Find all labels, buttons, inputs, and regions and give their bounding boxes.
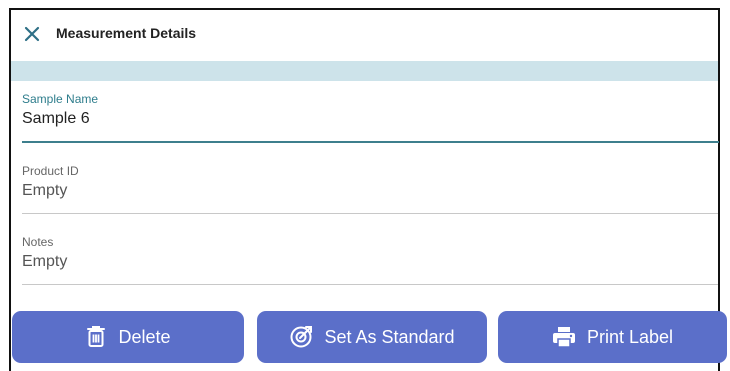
header-band [11,61,718,81]
notes-value[interactable]: Empty [22,253,718,271]
printer-icon [552,327,575,348]
measurement-details-panel: Measurement Details Sample Name Sample 6… [9,8,727,371]
panel-title: Measurement Details [56,25,197,41]
set-as-standard-label: Set As Standard [324,326,455,347]
set-as-standard-button[interactable]: Set As Standard [257,311,487,363]
print-label-button[interactable]: Print Label [498,311,727,363]
close-icon[interactable] [23,25,41,43]
panel-header: Measurement Details [11,10,718,58]
product-id-label: Product ID [22,164,79,178]
product-id-value[interactable]: Empty [22,182,718,200]
notes-label: Notes [22,235,54,249]
notes-field[interactable]: Notes Empty [22,235,718,287]
notes-underline [22,284,718,285]
print-label-label: Print Label [586,326,674,347]
delete-button[interactable]: Delete [12,311,244,363]
sample-name-value[interactable]: Sample 6 [22,110,718,128]
product-id-field[interactable]: Product ID Empty [22,164,718,216]
target-check-icon [290,326,313,348]
sample-name-underline [22,141,719,143]
sample-name-field[interactable]: Sample Name Sample 6 [22,92,719,144]
delete-label: Delete [118,326,171,347]
product-id-underline [22,213,718,214]
trash-icon [87,326,106,347]
sample-name-label: Sample Name [22,92,99,106]
